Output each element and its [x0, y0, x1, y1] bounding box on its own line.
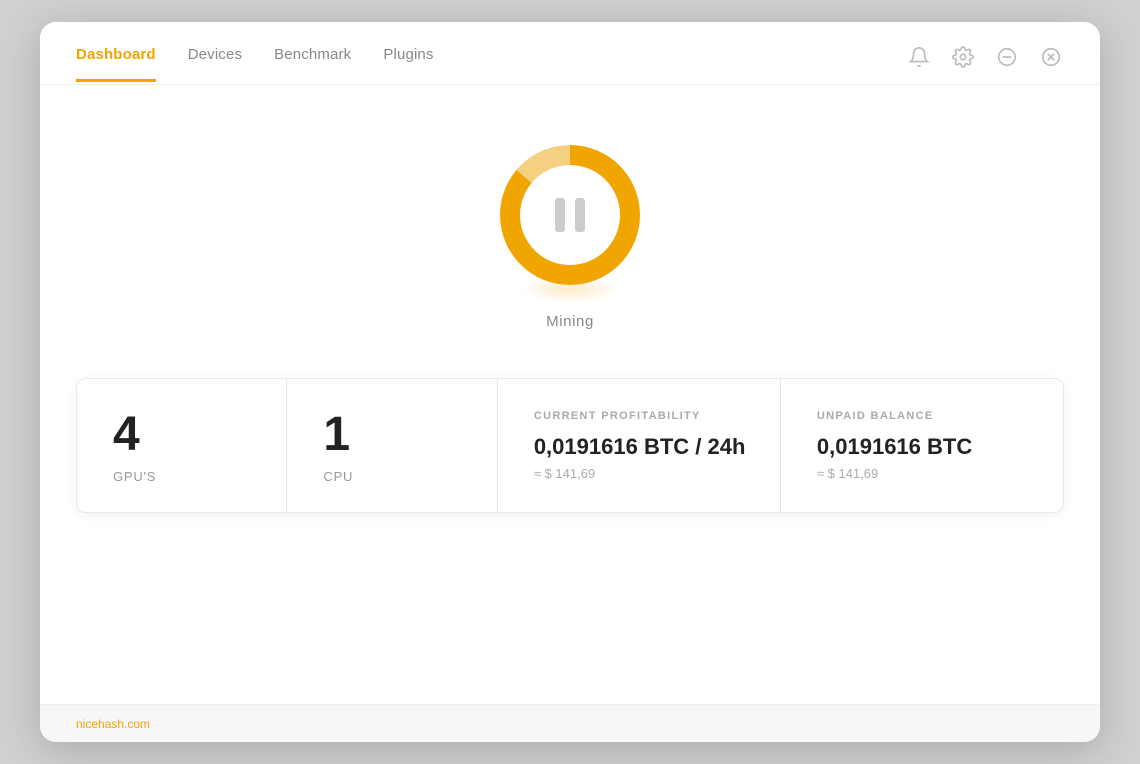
bottom-bar: nicehash.com — [40, 704, 1100, 742]
profitability-title: CURRENT PROFITABILITY — [534, 410, 701, 422]
nav-bar: Dashboard Devices Benchmark Plugins — [40, 22, 1100, 85]
bottom-link[interactable]: nicehash.com — [76, 717, 150, 731]
nav-item-plugins[interactable]: Plugins — [383, 46, 433, 82]
gpu-label: GPU'S — [113, 469, 156, 484]
cpu-label: CPU — [323, 469, 353, 484]
profitability-usd: ≈ $ 141,69 — [534, 466, 595, 481]
main-content: Mining 4 GPU'S 1 CPU CURRENT PROFITABILI… — [40, 85, 1100, 704]
bell-icon[interactable] — [906, 44, 932, 70]
close-icon[interactable] — [1038, 44, 1064, 70]
pause-bar-left — [555, 198, 565, 232]
gpu-stat-card: 4 GPU'S — [77, 379, 287, 512]
stats-row: 4 GPU'S 1 CPU CURRENT PROFITABILITY 0,01… — [76, 378, 1064, 513]
pause-icon — [555, 198, 585, 232]
mining-ring — [500, 145, 640, 285]
balance-title: UNPAID BALANCE — [817, 410, 934, 422]
gpu-count: 4 — [113, 411, 140, 459]
profitability-value: 0,0191616 BTC / 24h — [534, 434, 746, 460]
cpu-stat-card: 1 CPU — [287, 379, 497, 512]
mining-section: Mining — [500, 145, 640, 330]
balance-value: 0,0191616 BTC — [817, 434, 972, 460]
nav-item-devices[interactable]: Devices — [188, 46, 242, 82]
balance-usd: ≈ $ 141,69 — [817, 466, 878, 481]
pause-bar-right — [575, 198, 585, 232]
profitability-card: CURRENT PROFITABILITY 0,0191616 BTC / 24… — [498, 379, 781, 512]
balance-card: UNPAID BALANCE 0,0191616 BTC ≈ $ 141,69 — [781, 379, 1063, 512]
mining-label: Mining — [546, 313, 594, 330]
minimize-icon[interactable] — [994, 44, 1020, 70]
gear-icon[interactable] — [950, 44, 976, 70]
app-window: Dashboard Devices Benchmark Plugins — [40, 22, 1100, 742]
cpu-count: 1 — [323, 411, 350, 459]
nav-item-benchmark[interactable]: Benchmark — [274, 46, 351, 82]
nav-controls — [906, 44, 1064, 84]
mining-button[interactable] — [500, 145, 640, 285]
nav-item-dashboard[interactable]: Dashboard — [76, 46, 156, 82]
nav-links: Dashboard Devices Benchmark Plugins — [76, 46, 434, 82]
